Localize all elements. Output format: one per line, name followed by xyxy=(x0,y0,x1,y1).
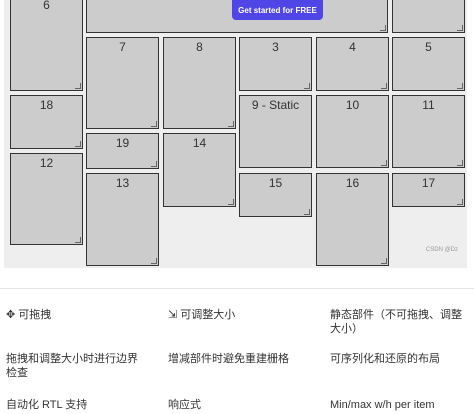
grid-item-8[interactable]: 8 xyxy=(163,37,236,129)
grid-item-label: 8 xyxy=(196,40,203,54)
resize-handle[interactable] xyxy=(381,83,387,89)
resize-handle[interactable] xyxy=(151,161,157,167)
resize-handle[interactable] xyxy=(457,83,463,89)
grid-item-3[interactable]: 3 xyxy=(239,37,312,91)
grid-item-19[interactable]: 19 xyxy=(86,133,159,169)
get-started-button[interactable]: Get started for FREE xyxy=(232,0,323,20)
feature-responsive: 响应式 xyxy=(168,399,201,411)
resize-handle[interactable] xyxy=(75,83,81,89)
grid-item-17[interactable]: 17 xyxy=(392,173,465,207)
resize-handle[interactable] xyxy=(381,258,387,264)
grid-item-4[interactable]: 4 xyxy=(316,37,389,91)
feature-serializable: 可序列化和还原的布局 xyxy=(330,353,440,365)
resize-handle[interactable] xyxy=(457,25,463,31)
resize-handle[interactable] xyxy=(381,160,387,166)
watermark: CSDN @Dz xyxy=(425,247,458,253)
grid-item-15[interactable]: 15 xyxy=(239,173,312,217)
grid-item-7[interactable]: 7 xyxy=(86,37,159,129)
grid-item-18[interactable]: 18 xyxy=(10,95,83,149)
grid-item-label: 19 xyxy=(115,136,130,150)
feature-resizable: ⇲ 可调整大小 xyxy=(168,309,236,321)
feature-bounds-check: 拖拽和调整大小时进行边界检查 xyxy=(6,353,138,379)
grid-item-12[interactable]: 12 xyxy=(10,153,83,245)
grid-item-label: 17 xyxy=(421,176,436,190)
grid-item-11[interactable]: 11 xyxy=(392,95,465,168)
grid-layout-demo: 6 18 12 7 19 13 8 14 3 9 - Static 15 4 1… xyxy=(4,0,467,268)
grid-item-top-right[interactable] xyxy=(392,0,465,33)
grid-item-9-static: 9 - Static xyxy=(239,95,312,168)
resize-handle[interactable] xyxy=(457,160,463,166)
resize-handle[interactable] xyxy=(151,258,157,264)
feature-rtl: 自动化 RTL 支持 xyxy=(6,399,88,411)
features-list: ✥ 可拖拽 ⇲ 可调整大小 静态部件（不可拖拽、调整大小） 拖拽和调整大小时进行… xyxy=(0,288,474,411)
grid-item-label: 10 xyxy=(345,98,360,112)
grid-item-label: 15 xyxy=(268,176,283,190)
feature-draggable: ✥ 可拖拽 xyxy=(6,309,52,321)
grid-item-label: 3 xyxy=(272,40,279,54)
feature-static-widgets: 静态部件（不可拖拽、调整大小） xyxy=(330,309,462,335)
feature-minmax: Min/max w/h per item xyxy=(330,399,435,411)
grid-item-label: 9 - Static xyxy=(251,98,300,112)
resize-handle[interactable] xyxy=(151,121,157,127)
resize-handle[interactable] xyxy=(304,83,310,89)
resize-handle[interactable] xyxy=(457,199,463,205)
resize-handle[interactable] xyxy=(380,25,386,31)
resize-handle[interactable] xyxy=(75,237,81,243)
resize-handle[interactable] xyxy=(304,209,310,215)
grid-item-16[interactable]: 16 xyxy=(316,173,389,266)
grid-item-label: 7 xyxy=(119,40,126,54)
grid-item-13[interactable]: 13 xyxy=(86,173,159,266)
grid-item-label: 12 xyxy=(39,156,54,170)
grid-item-10[interactable]: 10 xyxy=(316,95,389,168)
resize-handle[interactable] xyxy=(75,141,81,147)
grid-item-14[interactable]: 14 xyxy=(163,133,236,207)
grid-item-label: 18 xyxy=(39,98,54,112)
grid-item-label: 4 xyxy=(349,40,356,54)
grid-item-6[interactable]: 6 xyxy=(10,0,83,91)
resize-handle[interactable] xyxy=(228,199,234,205)
grid-item-label: 14 xyxy=(192,136,207,150)
grid-item-label: 5 xyxy=(425,40,432,54)
grid-item-label: 13 xyxy=(115,176,130,190)
grid-item-label: 11 xyxy=(422,98,435,112)
grid-item-label: 6 xyxy=(43,0,50,12)
grid-item-label: 16 xyxy=(345,176,360,190)
resize-handle[interactable] xyxy=(228,121,234,127)
feature-no-rebuild: 增减部件时避免重建栅格 xyxy=(168,353,289,365)
grid-item-5[interactable]: 5 xyxy=(392,37,465,91)
